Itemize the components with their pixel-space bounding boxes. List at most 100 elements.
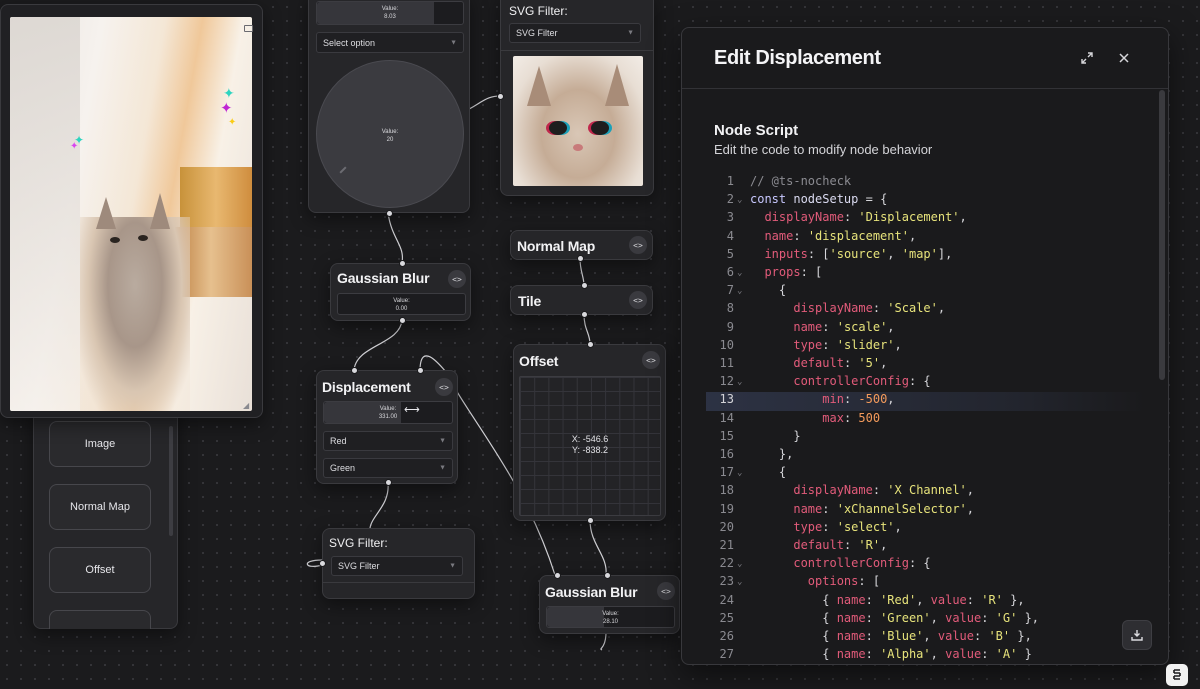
wire-dial-to-blur: [387, 212, 404, 264]
output-port[interactable]: [577, 255, 584, 262]
sidebar-item-partial[interactable]: [49, 610, 151, 629]
code-text: },: [750, 447, 794, 461]
output-port[interactable]: [385, 479, 392, 486]
y-channel-select[interactable]: Green ▼: [323, 458, 453, 478]
code-line[interactable]: 23 ⌄ options: [: [706, 574, 1146, 592]
input-port[interactable]: [581, 282, 588, 289]
code-line[interactable]: 21 default: 'R',: [706, 538, 1146, 556]
input-port[interactable]: [399, 260, 406, 267]
line-number: 10: [719, 337, 734, 352]
line-number: 5: [726, 246, 734, 261]
scale-slider[interactable]: Value: 331.00 ⟷: [323, 401, 453, 424]
sparkle-icon: ✦: [220, 100, 233, 117]
sidebar-item-offset[interactable]: Offset: [49, 547, 151, 593]
code-text: default: 'R',: [793, 538, 888, 552]
code-line[interactable]: 15 }: [706, 429, 1146, 447]
line-number: 23: [719, 574, 734, 589]
sidebar-item-image[interactable]: Image: [49, 421, 151, 467]
code-line[interactable]: 25 { name: 'Green', value: 'G' },: [706, 611, 1146, 629]
node-title: Gaussian Blur: [337, 270, 430, 286]
chevron-down-icon: ▼: [627, 29, 634, 37]
code-line[interactable]: 12 ⌄ controllerConfig: {: [706, 374, 1146, 392]
fold-chevron-icon[interactable]: ⌄: [737, 268, 742, 278]
code-line[interactable]: 3 displayName: 'Displacement',: [706, 210, 1146, 228]
x-readout: X: -546.6: [571, 434, 609, 444]
filter-select[interactable]: SVG Filter ▼: [509, 23, 641, 43]
fold-chevron-icon[interactable]: ⌄: [737, 559, 742, 569]
input-port[interactable]: [497, 93, 504, 100]
line-number: 17: [719, 465, 734, 480]
value-number: 0.00: [395, 306, 408, 312]
code-line[interactable]: 8 displayName: 'Scale',: [706, 301, 1146, 319]
rotation-dial[interactable]: Value: 20: [316, 60, 464, 208]
code-text: { name: 'Alpha', value: 'A' }: [750, 647, 1032, 662]
code-line[interactable]: 13 min: -500,: [706, 392, 1146, 411]
input-port[interactable]: [604, 572, 611, 579]
code-line[interactable]: 4 name: 'displacement',: [706, 229, 1146, 247]
output-port[interactable]: [587, 517, 594, 524]
chevron-down-icon: ▼: [439, 437, 446, 445]
input-port[interactable]: [554, 572, 561, 579]
code-line[interactable]: 6 ⌄ props: [: [706, 265, 1146, 283]
brand-logo-icon[interactable]: [1166, 664, 1188, 686]
download-button[interactable]: [1122, 620, 1152, 650]
modal-header: Edit Displacement: [682, 28, 1168, 89]
code-line[interactable]: 27 { name: 'Alpha', value: 'A' }: [706, 647, 1146, 664]
value-slider[interactable]: Value: 8.03: [316, 1, 464, 25]
output-port[interactable]: [386, 210, 393, 217]
input-port-source[interactable]: [351, 367, 358, 374]
sidebar-item-normal-map[interactable]: Normal Map: [49, 484, 151, 530]
code-line[interactable]: 24 { name: 'Red', value: 'R' },: [706, 593, 1146, 611]
line-number: 19: [719, 501, 734, 516]
code-edit-icon[interactable]: <>: [642, 351, 660, 369]
fold-chevron-icon[interactable]: ⌄: [737, 377, 742, 387]
code-line[interactable]: 9 name: 'scale',: [706, 320, 1146, 338]
code-editor[interactable]: 1// @ts-nocheck 2 ⌄ const nodeSetup = {3 di…: [706, 174, 1146, 664]
editor-scrollbar[interactable]: [1159, 90, 1165, 380]
code-edit-icon[interactable]: <>: [657, 582, 675, 600]
offset-xy-pad[interactable]: X: -546.6 Y: -838.2: [519, 376, 661, 516]
output-port[interactable]: [581, 311, 588, 318]
code-line[interactable]: 19 name: 'xChannelSelector',: [706, 502, 1146, 520]
input-port[interactable]: [319, 560, 326, 567]
code-line[interactable]: 14 max: 500: [706, 411, 1146, 429]
close-icon[interactable]: [1114, 48, 1134, 68]
sidebar-item-label: Normal Map: [70, 501, 130, 513]
line-number: 25: [719, 610, 734, 625]
code-line[interactable]: 2 ⌄ const nodeSetup = {: [706, 192, 1146, 210]
expand-preview-icon[interactable]: [244, 25, 253, 32]
code-line[interactable]: 10 type: 'slider',: [706, 338, 1146, 356]
code-line[interactable]: 1 // @ts-nocheck: [706, 174, 1146, 192]
code-line[interactable]: 22 ⌄ controllerConfig: {: [706, 556, 1146, 574]
blur-value-slider[interactable]: Value: 28.10: [546, 606, 675, 628]
option-select[interactable]: Select option ▼: [316, 32, 464, 53]
blur-value-slider[interactable]: Value: 0.00: [337, 293, 466, 315]
fold-chevron-icon[interactable]: ⌄: [737, 468, 742, 478]
input-port-map[interactable]: [417, 367, 424, 374]
fold-chevron-icon[interactable]: ⌄: [737, 286, 742, 296]
code-edit-icon[interactable]: <>: [629, 236, 647, 254]
filter-preview-image: [513, 56, 643, 186]
code-line[interactable]: 17 ⌄ {: [706, 465, 1146, 483]
code-line[interactable]: 5 inputs: ['source', 'map'],: [706, 247, 1146, 265]
code-line[interactable]: 11 default: '5',: [706, 356, 1146, 374]
code-edit-icon[interactable]: <>: [448, 270, 466, 288]
dial-label: Value:: [381, 129, 399, 135]
fold-chevron-icon[interactable]: ⌄: [737, 195, 742, 205]
sidebar-scrollbar[interactable]: [169, 426, 173, 536]
output-port[interactable]: [399, 317, 406, 324]
resize-handle-icon[interactable]: ◢: [243, 401, 249, 410]
code-edit-icon[interactable]: <>: [629, 291, 647, 309]
fold-chevron-icon[interactable]: ⌄: [737, 577, 742, 587]
code-line[interactable]: 20 type: 'select',: [706, 520, 1146, 538]
code-line[interactable]: 18 displayName: 'X Channel',: [706, 483, 1146, 501]
code-line[interactable]: 26 { name: 'Blue', value: 'B' },: [706, 629, 1146, 647]
code-line[interactable]: 7 ⌄ {: [706, 283, 1146, 301]
x-channel-select[interactable]: Red ▼: [323, 431, 453, 451]
expand-icon[interactable]: [1077, 48, 1097, 68]
filter-select[interactable]: SVG Filter ▼: [331, 556, 463, 576]
code-line[interactable]: 16 },: [706, 447, 1146, 465]
input-port[interactable]: [587, 341, 594, 348]
code-edit-icon[interactable]: <>: [435, 378, 453, 396]
displacement-node: Displacement <> Value: 331.00 ⟷ Red ▼ Gr…: [316, 367, 458, 486]
